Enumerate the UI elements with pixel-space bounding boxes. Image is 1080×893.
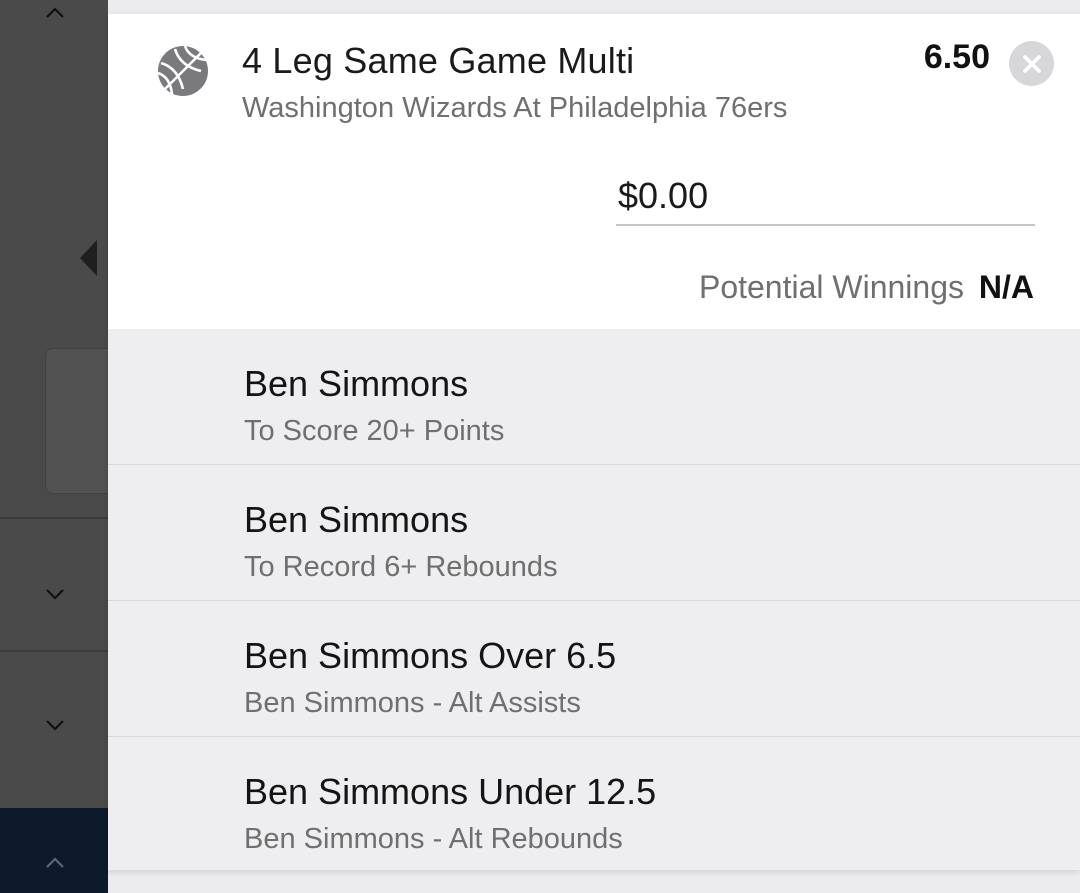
bet-header: 4 Leg Same Game Multi Washington Wizards… <box>108 14 1080 329</box>
leg-market: To Score 20+ Points <box>244 415 505 447</box>
bet-slip-card: 4 Leg Same Game Multi Washington Wizards… <box>108 14 1080 870</box>
bet-title: 4 Leg Same Game Multi <box>242 40 635 81</box>
leg-selection: Ben Simmons Under 12.5 <box>244 771 657 812</box>
event-name: Washington Wizards At Philadelphia 76ers <box>242 92 788 124</box>
background-page-overlay <box>0 0 108 893</box>
legs-list: Ben Simmons To Score 20+ Points Ben Simm… <box>108 329 1080 870</box>
close-icon <box>1022 54 1041 73</box>
caret-left-icon[interactable] <box>80 240 97 276</box>
chevron-up-icon[interactable] <box>42 0 68 26</box>
potential-winnings-label: Potential Winnings <box>698 269 964 305</box>
basketball-icon <box>157 45 208 96</box>
leg-item: Ben Simmons To Score 20+ Points <box>108 329 1080 465</box>
chevron-down-icon[interactable] <box>42 712 68 738</box>
bet-odds: 6.50 <box>923 38 990 76</box>
leg-item: Ben Simmons Under 12.5 Ben Simmons - Alt… <box>108 737 1080 870</box>
stake-input[interactable] <box>616 170 1035 226</box>
footer-bar <box>0 808 108 893</box>
leg-market: To Record 6+ Rebounds <box>244 551 558 583</box>
divider <box>0 650 108 652</box>
potential-winnings-value: N/A <box>978 269 1034 305</box>
divider <box>0 517 108 519</box>
chevron-down-icon[interactable] <box>42 581 68 607</box>
bet-slip-screen: 4 Leg Same Game Multi Washington Wizards… <box>0 0 1080 893</box>
background-card <box>45 348 108 494</box>
leg-item: Ben Simmons Over 6.5 Ben Simmons - Alt A… <box>108 601 1080 737</box>
chevron-up-icon[interactable] <box>42 850 68 876</box>
leg-selection: Ben Simmons <box>244 499 469 540</box>
leg-item: Ben Simmons To Record 6+ Rebounds <box>108 465 1080 601</box>
leg-selection: Ben Simmons <box>244 363 469 404</box>
leg-market: Ben Simmons - Alt Assists <box>244 687 581 719</box>
potential-winnings: Potential Winnings N/A <box>699 269 1034 306</box>
remove-bet-button[interactable] <box>1009 41 1054 86</box>
leg-market: Ben Simmons - Alt Rebounds <box>244 823 623 855</box>
leg-selection: Ben Simmons Over 6.5 <box>244 635 617 676</box>
